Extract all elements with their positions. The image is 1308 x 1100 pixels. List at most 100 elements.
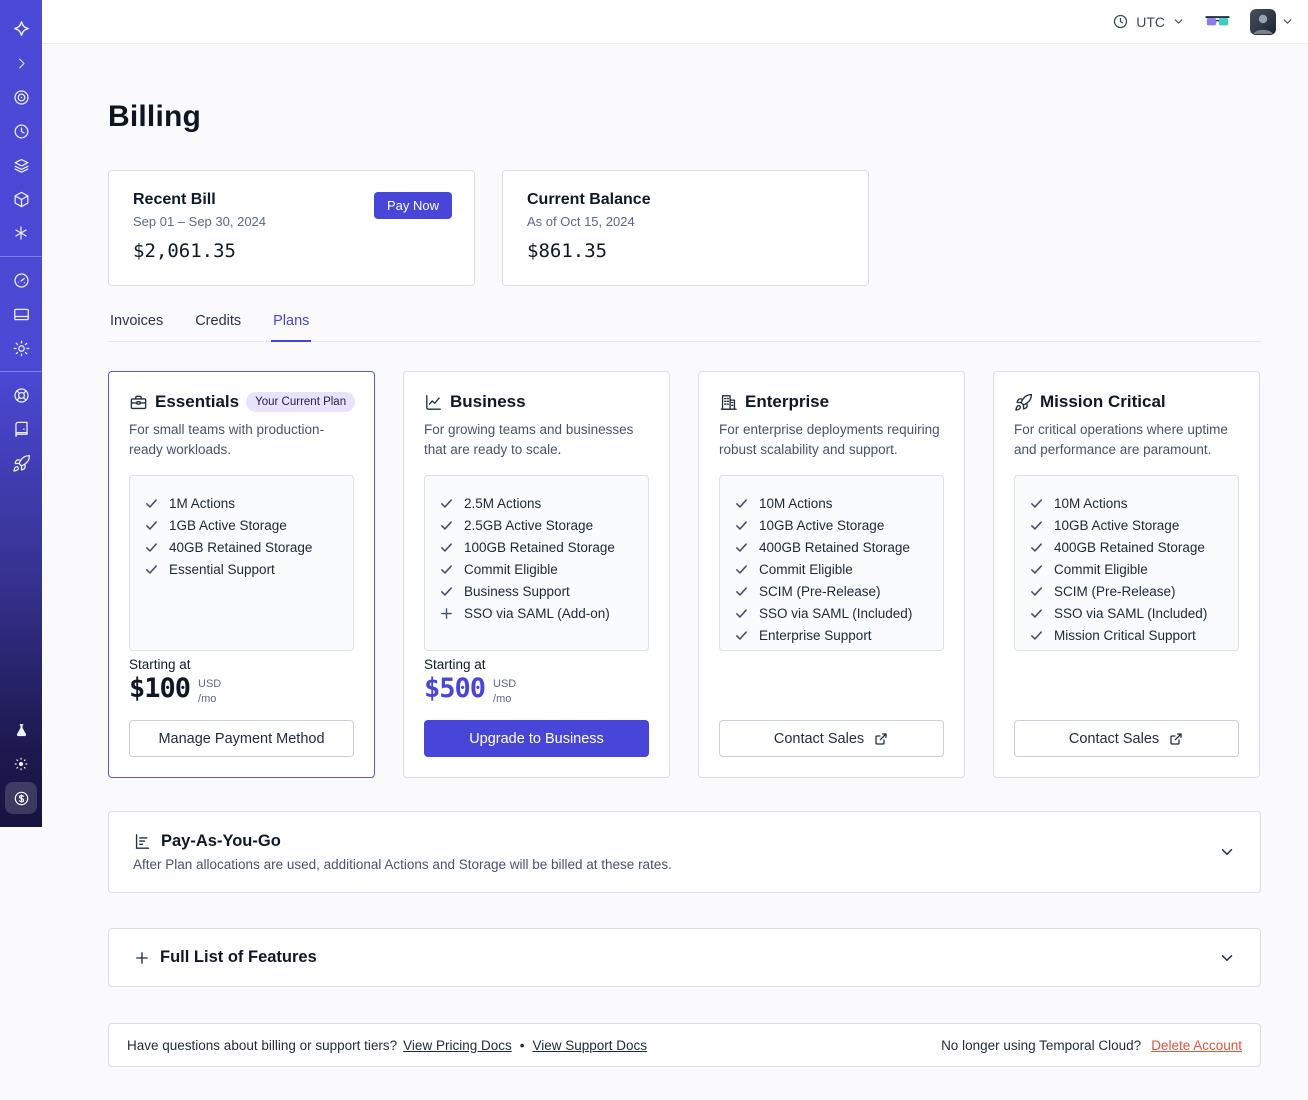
feature-item: SSO via SAML (Included)	[734, 603, 929, 625]
feature-label: SCIM (Pre-Release)	[759, 583, 881, 599]
feature-item: 400GB Retained Storage	[734, 537, 929, 559]
sidebar-item-nexus[interactable]	[0, 216, 42, 250]
namespaces-icon	[12, 88, 31, 107]
sidebar-divider	[0, 371, 42, 372]
feature-label: 400GB Retained Storage	[759, 539, 910, 555]
check-icon	[439, 540, 454, 555]
feature-label: 2.5GB Active Storage	[464, 517, 594, 533]
sidebar-item-namespaces[interactable]	[0, 80, 42, 114]
sidebar-item-collapse[interactable]	[0, 46, 42, 80]
price-row: $500 USD/mo	[424, 673, 649, 706]
view-support-docs-link[interactable]: View Support Docs	[532, 1038, 647, 1053]
check-icon	[144, 518, 159, 533]
plan-header: Enterprise	[719, 392, 944, 412]
theme-icon	[12, 755, 30, 773]
payments-icon	[12, 305, 31, 324]
check-icon	[1029, 584, 1044, 599]
check-icon	[439, 496, 454, 511]
plan-header: Business	[424, 392, 649, 412]
sidebar-item-temporal-logo[interactable]	[0, 12, 42, 46]
check-icon	[1029, 628, 1044, 643]
plan-card-essentials: Essentials Your Current Plan For small tea…	[108, 371, 375, 778]
expand-payg-chevron-icon[interactable]	[1218, 843, 1236, 861]
footer-question: Have questions about billing or support …	[127, 1037, 398, 1053]
sidebar-item-getting-started[interactable]	[0, 446, 42, 480]
full-features-title: Full List of Features	[160, 948, 317, 966]
sidebar-item-schedules[interactable]	[0, 114, 42, 148]
rocket-icon	[1014, 393, 1033, 412]
view-pricing-docs-link[interactable]: View Pricing Docs	[403, 1038, 512, 1053]
plan-name: Business	[450, 392, 526, 411]
feature-item: SSO via SAML (Add-on)	[439, 603, 634, 625]
footer-bar: Have questions about billing or support …	[108, 1023, 1261, 1067]
feature-label: Enterprise Support	[759, 627, 872, 643]
feature-label: Commit Eligible	[759, 561, 853, 577]
cta-label: Upgrade to Business	[469, 730, 604, 747]
check-icon	[734, 540, 749, 555]
price-currency: USD	[493, 678, 517, 691]
feature-label: 100GB Retained Storage	[464, 539, 615, 555]
feature-item: Enterprise Support	[734, 625, 929, 647]
sidebar-item-usage[interactable]	[0, 263, 42, 297]
sidebar-item-payments[interactable]	[0, 297, 42, 331]
plan-footer: Contact Sales	[1014, 706, 1239, 757]
feature-label: 400GB Retained Storage	[1054, 539, 1205, 555]
enterprise-cta-button[interactable]: Contact Sales	[719, 720, 944, 757]
feature-item: 1M Actions	[144, 493, 339, 515]
mission-critical-cta-button[interactable]: Contact Sales	[1014, 720, 1239, 757]
delete-account-link[interactable]: Delete Account	[1151, 1038, 1242, 1053]
left-sidebar	[0, 0, 42, 827]
sidebar-item-theme[interactable]	[0, 747, 42, 781]
feature-item: SCIM (Pre-Release)	[734, 581, 929, 603]
feature-label: SSO via SAML (Included)	[759, 605, 913, 621]
plan-card-business: Business For growing teams and businesses…	[403, 371, 670, 778]
current-plan-badge: Your Current Plan	[246, 392, 356, 412]
sidebar-item-deployments[interactable]	[0, 182, 42, 216]
current-balance-card: Current Balance As of Oct 15, 2024 $861.…	[502, 170, 869, 286]
tab-plans[interactable]: Plans	[271, 307, 312, 342]
sidebar-item-docs[interactable]	[0, 412, 42, 446]
feature-label: 1GB Active Storage	[169, 517, 287, 533]
getting-started-icon	[12, 454, 31, 473]
plan-header: Essentials Your Current Plan	[129, 392, 356, 412]
current-balance-amount: $861.35	[527, 240, 608, 262]
account-menu[interactable]	[1250, 8, 1294, 35]
price-amount: $500	[424, 673, 486, 705]
cta-label: Manage Payment Method	[158, 730, 325, 747]
sidebar-item-support[interactable]	[0, 378, 42, 412]
sidebar-item-settings[interactable]	[0, 331, 42, 365]
feature-label: 10M Actions	[1054, 495, 1128, 511]
feature-item: 400GB Retained Storage	[1029, 537, 1224, 559]
payg-text: Pay-As-You-Go After Plan allocations are…	[133, 832, 672, 872]
business-cta-button[interactable]: Upgrade to Business	[424, 720, 649, 757]
temporal-logo-icon	[11, 19, 32, 40]
sidebar-item-billing[interactable]	[0, 781, 42, 815]
timezone-selector[interactable]: UTC	[1112, 13, 1185, 30]
check-icon	[1029, 606, 1044, 621]
plan-description: For critical operations where uptime and…	[1014, 422, 1228, 458]
tab-invoices[interactable]: Invoices	[108, 307, 165, 341]
docs-icon	[12, 420, 31, 439]
pay-as-you-go-panel[interactable]: Pay-As-You-Go After Plan allocations are…	[108, 811, 1261, 893]
feature-label: SSO via SAML (Add-on)	[464, 605, 610, 621]
check-icon	[734, 562, 749, 577]
expand-features-chevron-icon[interactable]	[1218, 949, 1236, 967]
check-icon	[734, 606, 749, 621]
feature-item: 2.5M Actions	[439, 493, 634, 515]
sidebar-item-labs[interactable]	[0, 713, 42, 747]
building-icon	[719, 393, 738, 412]
sidebar-item-stacks[interactable]	[0, 148, 42, 182]
schedules-icon	[12, 122, 31, 141]
feature-item: SCIM (Pre-Release)	[1029, 581, 1224, 603]
essentials-cta-button[interactable]: Manage Payment Method	[129, 720, 354, 757]
plan-card-enterprise: Enterprise For enterprise deployments req…	[698, 371, 965, 778]
pay-now-button[interactable]: Pay Now	[373, 192, 452, 219]
full-features-panel[interactable]: Full List of Features	[108, 928, 1261, 987]
tab-credits[interactable]: Credits	[193, 307, 243, 341]
check-icon	[144, 540, 159, 555]
feedback-glasses-button[interactable]	[1205, 13, 1230, 31]
plan-card-mission-critical: Mission Critical For critical operations …	[993, 371, 1260, 778]
feature-box: 1M Actions 1GB Active Storage 40GB Retaine…	[129, 474, 354, 651]
price-row: $100 USD/mo	[129, 673, 354, 706]
feature-item: 1GB Active Storage	[144, 515, 339, 537]
